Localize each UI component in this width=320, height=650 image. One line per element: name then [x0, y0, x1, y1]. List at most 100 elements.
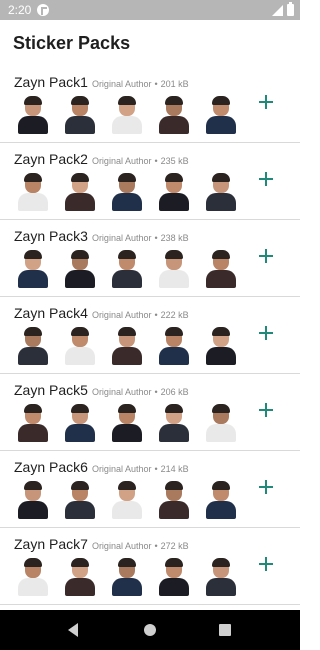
sticker-thumbnail — [204, 404, 238, 442]
pack-size: 272 kB — [160, 541, 189, 551]
sticker-thumbnail — [110, 96, 144, 134]
pack-name: Zayn Pack3 — [14, 228, 88, 244]
navigation-bar — [0, 610, 300, 650]
sticker-pack-item[interactable]: Zayn Pack3 Original Author • 238 kB — [0, 220, 300, 297]
sticker-thumbnail — [63, 250, 97, 288]
pack-size: 201 kB — [160, 79, 189, 89]
sticker-thumbnail — [16, 404, 50, 442]
sticker-thumbnail — [16, 481, 50, 519]
status-icons — [272, 2, 294, 16]
sticker-preview-row — [16, 96, 238, 134]
pack-name: Zayn Pack4 — [14, 305, 88, 321]
sticker-thumbnail — [157, 404, 191, 442]
sticker-thumbnail — [157, 327, 191, 365]
sticker-thumbnail — [110, 558, 144, 596]
pack-header: Zayn Pack5 Original Author • 206 kB — [14, 382, 189, 398]
pack-name: Zayn Pack1 — [14, 74, 88, 90]
sticker-preview-row — [16, 250, 238, 288]
sticker-pack-item[interactable]: Zayn Pack4 Original Author • 222 kB — [0, 297, 300, 374]
add-pack-plus-icon[interactable] — [258, 248, 274, 264]
add-pack-plus-icon[interactable] — [258, 94, 274, 110]
pack-meta-separator: • — [154, 464, 158, 474]
sticker-thumbnail — [16, 250, 50, 288]
pack-meta: Original Author • 222 kB — [92, 310, 189, 320]
pack-name: Zayn Pack5 — [14, 382, 88, 398]
sticker-thumbnail — [16, 327, 50, 365]
sticker-thumbnail — [157, 173, 191, 211]
sticker-thumbnail — [204, 173, 238, 211]
status-time: 2:20 — [8, 3, 32, 17]
pack-size: 235 kB — [160, 156, 189, 166]
pack-meta-separator: • — [154, 310, 158, 320]
sticker-preview-row — [16, 404, 238, 442]
app-notification-icon — [37, 4, 50, 16]
sticker-thumbnail — [63, 327, 97, 365]
pack-meta-separator: • — [154, 387, 158, 397]
sticker-thumbnail — [204, 327, 238, 365]
add-pack-plus-icon[interactable] — [258, 479, 274, 495]
pack-meta: Original Author • 238 kB — [92, 233, 189, 243]
pack-author: Original Author — [91, 79, 152, 89]
sticker-thumbnail — [204, 96, 238, 134]
signal-icon — [272, 4, 283, 16]
pack-author: Original Author — [91, 387, 152, 397]
sticker-pack-item[interactable]: Zayn Pack1 Original Author • 201 kB — [0, 66, 300, 143]
status-bar: 2:20 — [0, 0, 300, 20]
back-icon[interactable] — [68, 623, 78, 637]
pack-author: Original Author — [91, 464, 152, 474]
recent-apps-icon[interactable] — [219, 624, 231, 636]
add-pack-plus-icon[interactable] — [258, 402, 274, 418]
pack-meta-separator: • — [154, 233, 158, 243]
sticker-pack-item[interactable]: Zayn Pack7 Original Author • 272 kB — [0, 528, 300, 605]
pack-author: Original Author — [91, 541, 152, 551]
sticker-thumbnail — [157, 96, 191, 134]
pack-meta: Original Author • 206 kB — [92, 387, 189, 397]
sticker-pack-item[interactable]: Zayn Pack5 Original Author • 206 kB — [0, 374, 300, 451]
pack-size: 238 kB — [160, 233, 189, 243]
sticker-preview-row — [16, 327, 238, 365]
home-icon[interactable] — [144, 624, 156, 636]
pack-size: 206 kB — [160, 387, 189, 397]
sticker-thumbnail — [157, 481, 191, 519]
pack-author: Original Author — [91, 156, 152, 166]
sticker-pack-item[interactable]: Zayn Pack2 Original Author • 235 kB — [0, 143, 300, 220]
sticker-thumbnail — [110, 481, 144, 519]
add-pack-plus-icon[interactable] — [258, 171, 274, 187]
sticker-thumbnail — [157, 250, 191, 288]
pack-name: Zayn Pack6 — [14, 459, 88, 475]
pack-size: 214 kB — [160, 464, 189, 474]
sticker-thumbnail — [157, 558, 191, 596]
pack-size: 222 kB — [160, 310, 189, 320]
pack-meta: Original Author • 272 kB — [92, 541, 189, 551]
pack-header: Zayn Pack7 Original Author • 272 kB — [14, 536, 189, 552]
sticker-thumbnail — [63, 173, 97, 211]
sticker-preview-row — [16, 173, 238, 211]
sticker-thumbnail — [110, 250, 144, 288]
sticker-thumbnail — [16, 173, 50, 211]
battery-icon — [287, 2, 294, 16]
sticker-thumbnail — [204, 250, 238, 288]
sticker-thumbnail — [63, 481, 97, 519]
sticker-thumbnail — [110, 327, 144, 365]
add-pack-plus-icon[interactable] — [258, 325, 274, 341]
sticker-thumbnail — [204, 481, 238, 519]
pack-name: Zayn Pack7 — [14, 536, 88, 552]
sticker-thumbnail — [63, 96, 97, 134]
sticker-pack-item[interactable]: Zayn Pack6 Original Author • 214 kB — [0, 451, 300, 528]
sticker-thumbnail — [110, 173, 144, 211]
sticker-thumbnail — [63, 558, 97, 596]
add-pack-plus-icon[interactable] — [258, 556, 274, 572]
pack-header: Zayn Pack2 Original Author • 235 kB — [14, 151, 189, 167]
pack-meta: Original Author • 214 kB — [92, 464, 189, 474]
pack-meta-separator: • — [154, 156, 158, 166]
pack-author: Original Author — [91, 233, 152, 243]
pack-meta-separator: • — [154, 79, 158, 89]
sticker-thumbnail — [16, 558, 50, 596]
pack-author: Original Author — [91, 310, 152, 320]
sticker-thumbnail — [16, 96, 50, 134]
pack-name: Zayn Pack2 — [14, 151, 88, 167]
sticker-preview-row — [16, 481, 238, 519]
sticker-thumbnail — [204, 558, 238, 596]
pack-meta: Original Author • 235 kB — [92, 156, 189, 166]
pack-header: Zayn Pack6 Original Author • 214 kB — [14, 459, 189, 475]
